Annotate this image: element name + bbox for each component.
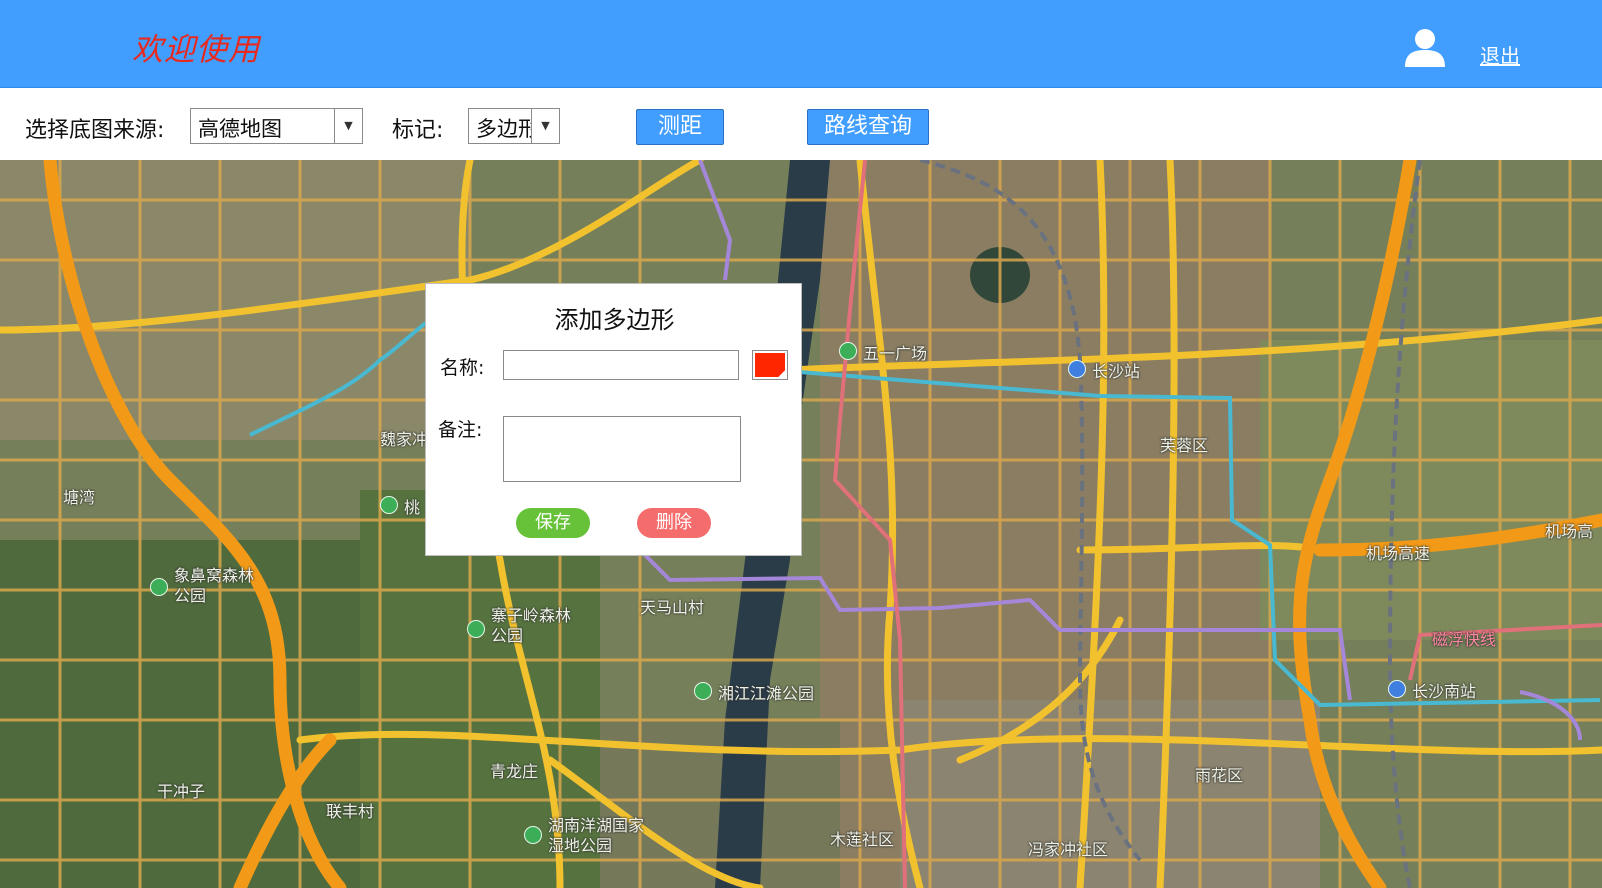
toolbar: 选择底图来源: 高德地图 ▼ 标记: 多边形 ▼ 测距 路线查询 xyxy=(0,88,1602,160)
map-label: 湘江江滩公园 xyxy=(718,684,815,703)
park-icon xyxy=(380,496,398,514)
welcome-title: 欢迎使用 xyxy=(132,32,260,68)
park-icon xyxy=(524,826,542,844)
map-label: 磁浮快线 xyxy=(1432,630,1497,649)
station-icon xyxy=(1068,360,1086,378)
color-picker[interactable] xyxy=(752,350,788,380)
map-label: 冯家冲社区 xyxy=(1028,840,1109,859)
map-label: 天马山村 xyxy=(640,598,705,617)
map-label: 寨子岭森林公园 xyxy=(491,606,572,645)
station-icon xyxy=(1388,680,1406,698)
park-icon xyxy=(694,682,712,700)
park-icon xyxy=(150,578,168,596)
save-button[interactable]: 保存 xyxy=(516,508,590,538)
park-icon xyxy=(839,342,857,360)
map-label: 芙蓉区 xyxy=(1160,436,1209,455)
logout-link[interactable]: 退出 xyxy=(1480,40,1520,69)
map-label: 联丰村 xyxy=(326,802,375,821)
map-label: 长沙南站 xyxy=(1412,682,1477,701)
map-label: 长沙站 xyxy=(1092,362,1141,381)
map-label: 塘湾 xyxy=(63,488,96,507)
map-label: 木莲社区 xyxy=(830,830,895,849)
map-label: 青龙庄 xyxy=(490,762,539,781)
map-label: 魏家冲 xyxy=(380,430,429,449)
dialog-title: 添加多边形 xyxy=(554,306,675,334)
add-polygon-dialog: 添加多边形 名称: 备注: 保存 删除 xyxy=(425,283,802,556)
chevron-down-icon: ▼ xyxy=(334,109,362,143)
map-label: 象鼻窝森林公园 xyxy=(174,566,255,605)
remark-label: 备注: xyxy=(438,419,483,441)
park-icon xyxy=(467,620,485,638)
measure-distance-button[interactable]: 测距 xyxy=(636,109,724,145)
name-label: 名称: xyxy=(440,357,485,379)
map-label: 机场高速 xyxy=(1366,544,1431,563)
map-label: 机场高 xyxy=(1545,522,1594,541)
map-label: 干冲子 xyxy=(157,782,206,801)
route-query-button[interactable]: 路线查询 xyxy=(807,109,929,145)
name-input[interactable] xyxy=(503,350,739,380)
basemap-select[interactable]: 高德地图 ▼ xyxy=(190,108,363,144)
delete-button[interactable]: 删除 xyxy=(637,508,711,538)
marker-label: 标记: xyxy=(392,118,444,143)
map-label: 雨花区 xyxy=(1195,766,1244,785)
map-label: 桃 xyxy=(404,498,421,517)
remark-textarea[interactable] xyxy=(503,416,741,482)
marker-select[interactable]: 多边形 ▼ xyxy=(468,108,560,144)
user-icon[interactable] xyxy=(1404,26,1446,68)
color-swatch-fill xyxy=(755,353,785,377)
header-bar: 欢迎使用 退出 xyxy=(0,0,1602,88)
map-label: 五一广场 xyxy=(863,344,928,363)
map-label: 湖南洋湖国家湿地公园 xyxy=(548,816,645,855)
chevron-down-icon: ▼ xyxy=(531,109,559,143)
app-window: 欢迎使用 退出 选择底图来源: 高德地图 ▼ 标记: 多边形 ▼ 测距 路线查询 xyxy=(0,0,1602,888)
basemap-select-value: 高德地图 xyxy=(198,117,282,141)
basemap-label: 选择底图来源: xyxy=(25,118,165,143)
marker-select-value: 多边形 xyxy=(476,117,539,141)
